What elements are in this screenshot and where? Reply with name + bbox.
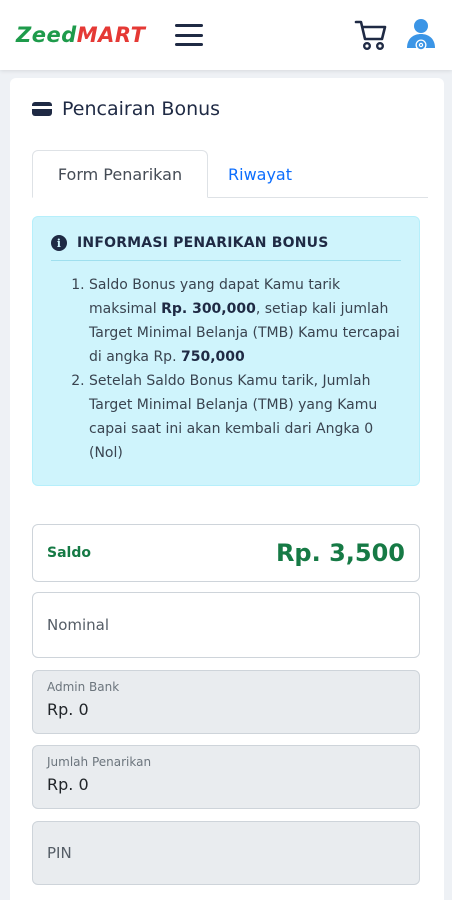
cart-icon[interactable] [354, 19, 388, 51]
logo-text-zeed: Zeed [16, 23, 77, 47]
user-settings-icon[interactable] [406, 18, 436, 52]
top-navbar: Zeed MART [0, 0, 452, 70]
saldo-field: Saldo Rp. 3,500 [32, 524, 420, 582]
logo[interactable]: Zeed MART [16, 23, 145, 47]
info-box: i INFORMASI PENARIKAN BONUS Saldo Bonus … [32, 216, 420, 486]
info-list: Saldo Bonus yang dapat Kamu tarik maksim… [51, 273, 401, 465]
jumlah-penarikan-field: Jumlah Penarikan Rp. 0 [32, 745, 420, 809]
info-title: i INFORMASI PENARIKAN BONUS [51, 235, 401, 261]
admin-bank-label: Admin Bank [47, 680, 120, 694]
wallet-icon [32, 102, 52, 116]
saldo-label: Saldo [47, 545, 91, 561]
info-item-2: Setelah Saldo Bonus Kamu tarik, Jumlah T… [89, 369, 401, 465]
withdraw-card: Pencairan Bonus Form Penarikan Riwayat i… [10, 78, 444, 900]
nominal-field[interactable] [32, 592, 420, 658]
info-title-text: INFORMASI PENARIKAN BONUS [77, 235, 329, 251]
tabs: Form Penarikan Riwayat [32, 150, 428, 198]
menu-icon[interactable] [175, 24, 204, 46]
tab-form-penarikan[interactable]: Form Penarikan [32, 150, 208, 198]
info-item-1: Saldo Bonus yang dapat Kamu tarik maksim… [89, 273, 401, 369]
pin-field[interactable] [32, 821, 420, 885]
nominal-input[interactable] [47, 616, 405, 634]
admin-bank-field: Admin Bank Rp. 0 [32, 670, 420, 734]
jumlah-penarikan-value: Rp. 0 [47, 775, 89, 794]
pin-input[interactable] [47, 844, 405, 862]
logo-text-mart: MART [76, 23, 146, 47]
saldo-value: Rp. 3,500 [275, 539, 405, 567]
jumlah-penarikan-label: Jumlah Penarikan [47, 755, 152, 769]
page-title-text: Pencairan Bonus [62, 98, 221, 120]
page-title: Pencairan Bonus [32, 98, 220, 120]
info-icon: i [51, 235, 67, 251]
tab-riwayat[interactable]: Riwayat [212, 150, 308, 198]
admin-bank-value: Rp. 0 [47, 700, 89, 719]
